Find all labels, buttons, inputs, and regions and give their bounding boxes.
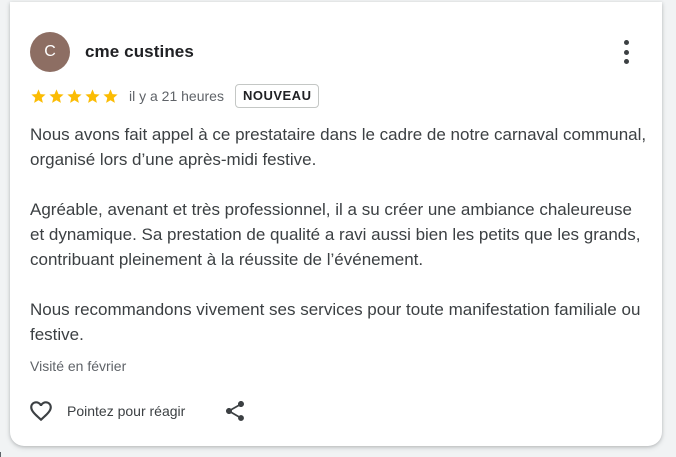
- review-meta: il y a 21 heures NOUVEAU: [30, 83, 320, 109]
- heart-outline-icon: [30, 401, 52, 422]
- more-vert-icon[interactable]: [618, 40, 634, 64]
- star-icon: [67, 88, 82, 103]
- star-rating: [30, 88, 119, 105]
- page-edge-mark: [0, 452, 1, 457]
- review-text: Nous avons fait appel à ce prestataire d…: [30, 122, 650, 347]
- react-button[interactable]: Pointez pour réagir: [28, 398, 185, 424]
- review-header: C cme custines: [30, 32, 194, 72]
- review-paragraph: Agréable, avenant et très professionnel,…: [30, 200, 641, 269]
- avatar[interactable]: C: [30, 32, 70, 72]
- more-dot: [623, 49, 629, 55]
- new-badge: NOUVEAU: [234, 84, 320, 108]
- star-icon: [31, 88, 46, 103]
- author-name[interactable]: cme custines: [85, 42, 194, 62]
- share-button[interactable]: [223, 399, 247, 423]
- review-actions: Pointez pour réagir: [28, 396, 247, 426]
- share-icon: [226, 401, 245, 421]
- star-icon: [103, 88, 118, 103]
- more-dot: [623, 40, 629, 45]
- review-paragraph: Nous recommandons vivement ses services …: [30, 300, 641, 344]
- more-dot: [623, 59, 629, 64]
- star-icon: [85, 88, 100, 103]
- react-label: Pointez pour réagir: [67, 403, 186, 419]
- review-time: il y a 21 heures: [129, 88, 224, 104]
- review-card: C cme custines il y a 21 heures NOUVEAU …: [10, 2, 662, 446]
- review-paragraph: Nous avons fait appel à ce prestataire d…: [30, 125, 647, 169]
- star-icon: [49, 88, 64, 103]
- visited-date: Visité en février: [30, 358, 127, 374]
